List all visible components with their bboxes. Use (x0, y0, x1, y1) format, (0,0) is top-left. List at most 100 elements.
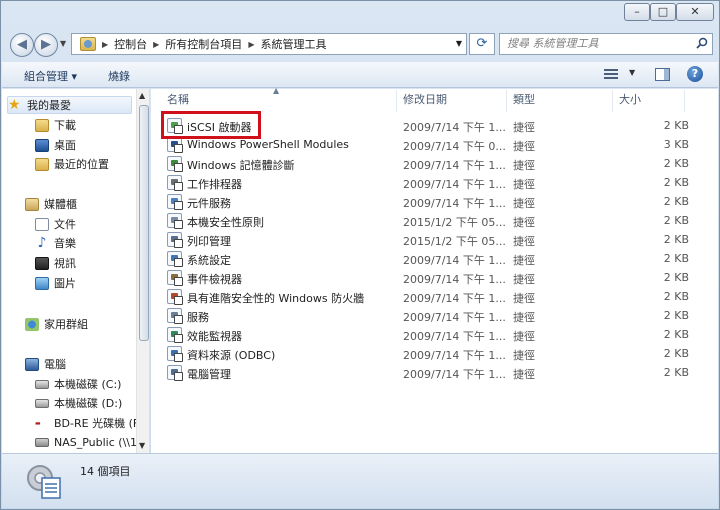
column-header-name[interactable]: 名稱 (161, 90, 397, 112)
print-management-icon (167, 232, 183, 248)
file-modified-date: 2009/7/14 下午 1... (403, 311, 506, 324)
file-type: 捷徑 (513, 368, 535, 381)
column-header-modified[interactable]: 修改日期 (397, 90, 507, 112)
file-name: 效能監視器 (187, 330, 242, 343)
file-type: 捷徑 (513, 121, 535, 134)
file-row[interactable]: 具有進階安全性的 Windows 防火牆 2009/7/14 下午 1... 捷徑 2… (161, 287, 691, 306)
sidebar-item-favorites[interactable]: ★ 我的最愛 (7, 96, 132, 114)
file-row[interactable]: 效能監視器 2009/7/14 下午 1... 捷徑 2 KB (161, 325, 691, 344)
powershell-icon (167, 137, 183, 153)
firewall-icon (167, 289, 183, 305)
navigation-pane: ★ 我的最愛 下載 桌面 最近的位置 媒體櫃 文件 ♪ 音樂 視訊 圖片 家用群… (2, 89, 150, 453)
file-row[interactable]: 本機安全性原則 2015/1/2 下午 05... 捷徑 2 KB (161, 211, 691, 230)
file-row[interactable]: 服務 2009/7/14 下午 1... 捷徑 2 KB (161, 306, 691, 325)
view-dropdown-icon[interactable]: ▼ (629, 68, 635, 77)
change-view-button[interactable]: ▼ (604, 67, 644, 83)
file-name: 服務 (187, 311, 209, 324)
file-modified-date: 2009/7/14 下午 1... (403, 273, 506, 286)
sidebar-item-bd-drive[interactable]: ▬ BD-RE 光碟機 (F (35, 414, 139, 432)
file-size: 2 KB (663, 290, 689, 303)
search-icon[interactable] (696, 37, 708, 49)
address-dropdown-icon[interactable]: ▼ (456, 39, 462, 48)
file-row[interactable]: Windows 記憶體診斷 2009/7/14 下午 1... 捷徑 2 KB (161, 154, 691, 173)
network-drive-icon (35, 437, 49, 447)
sidebar-item-pictures[interactable]: 圖片 (35, 274, 76, 292)
close-button[interactable]: ✕ (676, 3, 714, 21)
sidebar-item-nas[interactable]: NAS_Public (\\1 (35, 433, 137, 451)
navigation-scrollbar[interactable]: ▲ ▼ (136, 89, 149, 453)
sidebar-item-drive-d[interactable]: 本機磁碟 (D:) (35, 394, 122, 412)
file-row[interactable]: 資料來源 (ODBC) 2009/7/14 下午 1... 捷徑 2 KB (161, 344, 691, 363)
scroll-down-icon[interactable]: ▼ (139, 441, 145, 450)
file-size: 2 KB (663, 233, 689, 246)
sidebar-item-documents[interactable]: 文件 (35, 215, 76, 233)
sidebar-item-music[interactable]: ♪ 音樂 (35, 234, 76, 252)
sidebar-item-libraries[interactable]: 媒體櫃 (25, 195, 77, 213)
file-row[interactable]: 電腦管理 2009/7/14 下午 1... 捷徑 2 KB (161, 363, 691, 382)
file-size: 3 KB (663, 138, 689, 151)
scrollbar-thumb[interactable] (139, 105, 149, 341)
forward-arrow-icon: ▶ (41, 37, 51, 52)
chevron-right-icon[interactable]: ▶ (102, 40, 108, 49)
file-size: 2 KB (663, 157, 689, 170)
forward-button[interactable]: ▶ (34, 33, 58, 57)
file-size: 2 KB (663, 252, 689, 265)
sidebar-item-desktop[interactable]: 桌面 (35, 136, 76, 154)
maximize-button[interactable]: □ (650, 3, 676, 21)
memory-diagnostic-icon (167, 156, 183, 172)
recent-pages-dropdown[interactable]: ▼ (60, 39, 66, 48)
file-row[interactable]: 列印管理 2015/1/2 下午 05... 捷徑 2 KB (161, 230, 691, 249)
file-row[interactable]: 工作排程器 2009/7/14 下午 1... 捷徑 2 KB (161, 173, 691, 192)
control-panel-icon (80, 37, 96, 51)
sidebar-item-downloads[interactable]: 下載 (35, 116, 76, 134)
file-name: 資料來源 (ODBC) (187, 349, 276, 362)
address-bar[interactable]: ▶ 控制台 ▶ 所有控制台項目 ▶ 系統管理工具 ▼ (71, 33, 467, 55)
file-modified-date: 2009/7/14 下午 0... (403, 140, 506, 153)
back-button[interactable]: ◀ (10, 33, 34, 57)
file-name: 電腦管理 (187, 368, 231, 381)
file-type: 捷徑 (513, 140, 535, 153)
sidebar-item-videos[interactable]: 視訊 (35, 254, 76, 272)
task-scheduler-icon (167, 175, 183, 191)
sidebar-item-recent-places[interactable]: 最近的位置 (35, 155, 109, 173)
sidebar-item-computer[interactable]: 電腦 (25, 355, 66, 373)
file-row[interactable]: 系統設定 2009/7/14 下午 1... 捷徑 2 KB (161, 249, 691, 268)
file-type: 捷徑 (513, 216, 535, 229)
file-modified-date: 2015/1/2 下午 05... (403, 216, 506, 229)
search-input[interactable]: 搜尋 系統管理工具 (499, 33, 713, 55)
chevron-right-icon[interactable]: ▶ (248, 40, 254, 49)
burn-button[interactable]: 燒錄 (108, 68, 130, 84)
file-size: 2 KB (663, 328, 689, 341)
file-type: 捷徑 (513, 273, 535, 286)
sidebar-item-drive-c[interactable]: 本機磁碟 (C:) (35, 375, 121, 393)
component-services-icon (167, 194, 183, 210)
system-config-icon (167, 251, 183, 267)
minimize-button[interactable]: – (624, 3, 650, 21)
chevron-right-icon[interactable]: ▶ (153, 40, 159, 49)
column-header-type[interactable]: 類型 (507, 90, 613, 112)
breadcrumb-item[interactable]: ▶ 所有控制台項目 (153, 36, 242, 52)
help-icon[interactable]: ? (687, 66, 703, 82)
file-row[interactable]: 元件服務 2009/7/14 下午 1... 捷徑 2 KB (161, 192, 691, 211)
file-row[interactable]: 事件檢視器 2009/7/14 下午 1... 捷徑 2 KB (161, 268, 691, 287)
column-header-size[interactable]: 大小 (613, 90, 685, 112)
file-list: ▲ 名稱 修改日期 類型 大小 iSCSI 啟動器 2009/7/14 下午 1.… (151, 86, 718, 453)
file-size: 2 KB (663, 176, 689, 189)
computer-icon (25, 357, 39, 371)
file-modified-date: 2009/7/14 下午 1... (403, 349, 506, 362)
preview-pane-icon[interactable] (655, 68, 670, 81)
organize-button[interactable]: 組合管理 ▾ (24, 68, 77, 84)
sidebar-item-homegroup[interactable]: 家用群組 (25, 315, 88, 333)
optical-drive-icon: ▬ (35, 419, 41, 427)
refresh-icon: ⟳ (476, 36, 488, 51)
breadcrumb-item[interactable]: ▶ 系統管理工具 (248, 36, 326, 52)
breadcrumb-item[interactable]: ▶ 控制台 (102, 36, 147, 52)
music-note-icon: ♪ (37, 234, 47, 251)
scroll-up-icon[interactable]: ▲ (139, 91, 145, 100)
file-size: 2 KB (663, 214, 689, 227)
file-type: 捷徑 (513, 349, 535, 362)
refresh-button[interactable]: ⟳ (469, 33, 495, 55)
file-name: 系統設定 (187, 254, 231, 267)
file-modified-date: 2015/1/2 下午 05... (403, 235, 506, 248)
file-type: 捷徑 (513, 197, 535, 210)
